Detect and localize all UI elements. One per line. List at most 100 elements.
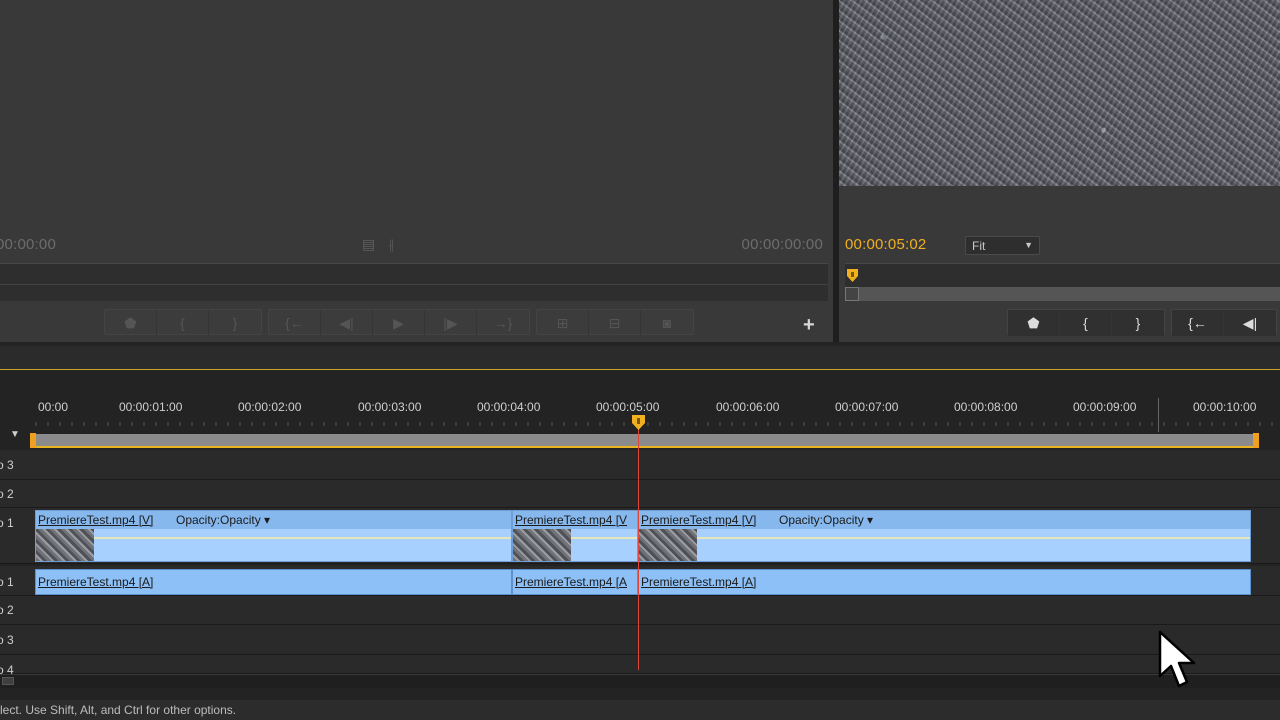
clip-effect-dropdown[interactable]: Opacity:Opacity ▾ (176, 513, 270, 527)
clip-name: PremiereTest.mp4 [V] (38, 513, 154, 527)
track-video-2[interactable]: o 2 (0, 480, 1280, 508)
status-bar: lect. Use Shift, Alt, and Ctrl for other… (0, 700, 1280, 720)
status-text: lect. Use Shift, Alt, and Ctrl for other… (0, 703, 237, 717)
step-forward-button[interactable]: |▶ (425, 310, 477, 336)
program-step-back-button[interactable]: ◀| (1224, 310, 1276, 336)
overwrite-icon: ⊟ (608, 314, 621, 331)
playhead-icon[interactable] (632, 415, 645, 431)
mouse-cursor-icon (1158, 630, 1196, 688)
go-to-in-button[interactable]: {← (269, 310, 321, 336)
opacity-rubber-band[interactable] (639, 537, 1250, 539)
timeline-horizontal-scrollbar[interactable] (0, 674, 1280, 688)
ruler-label: 00:00:05:00 (596, 400, 660, 414)
ruler-label: 00:00:02:00 (238, 400, 302, 414)
clip-name: PremiereTest.mp4 [A] (641, 575, 757, 589)
timeline-time-ruler[interactable]: 00:00 00:00:01:00 00:00:02:00 00:00:03:0… (34, 396, 1280, 436)
ruler-label: 00:00:04:00 (477, 400, 541, 414)
program-scrub-start (845, 287, 859, 301)
work-area-start-handle[interactable] (30, 433, 36, 448)
step-back-icon: ◀| (339, 314, 354, 331)
mark-out-icon: } (232, 315, 238, 331)
mark-in-icon: { (1083, 315, 1088, 331)
play-button[interactable]: ▶ (373, 310, 425, 336)
program-mark-out-button[interactable]: } (1112, 310, 1164, 336)
program-mark-in-button[interactable]: { (1060, 310, 1112, 336)
go-to-out-icon: →} (493, 315, 513, 331)
go-to-out-button[interactable]: →} (477, 310, 529, 336)
video-clip[interactable]: PremiereTest.mp4 [V] Opacity:Opacity ▾ (35, 510, 512, 562)
opacity-rubber-band[interactable] (36, 537, 511, 539)
clip-effect-dropdown[interactable]: Opacity:Opacity ▾ (779, 513, 873, 527)
ruler-end-marker (1158, 398, 1159, 432)
video-clip[interactable]: PremiereTest.mp4 [V (512, 510, 638, 562)
clip-name: PremiereTest.mp4 [V (515, 513, 628, 527)
source-current-timecode[interactable]: 00:00:00 (0, 236, 56, 253)
track-audio-4[interactable]: o 4 (0, 655, 1280, 677)
audio-clip[interactable]: PremiereTest.mp4 [A] (638, 569, 1251, 595)
program-add-marker-button[interactable]: ⬟ (1008, 310, 1060, 336)
audio-clip[interactable]: PremiereTest.mp4 [A (512, 569, 638, 595)
track-label: o 2 (0, 603, 14, 617)
program-scrub-bar[interactable] (845, 287, 1280, 301)
track-audio-3[interactable]: o 3 (0, 625, 1280, 655)
timeline-header-strip (0, 346, 1280, 370)
program-playhead-icon[interactable] (847, 269, 858, 283)
overwrite-button[interactable]: ⊟ (589, 310, 641, 336)
ruler-label: 00:00:08:00 (954, 400, 1018, 414)
mark-out-button[interactable]: } (209, 310, 261, 336)
work-area-end-handle[interactable] (1253, 433, 1259, 448)
go-to-in-icon: {← (1188, 315, 1207, 331)
ruler-label: 00:00:06:00 (716, 400, 780, 414)
film-icon[interactable]: ▤ (362, 236, 375, 253)
video-clip[interactable]: PremiereTest.mp4 [V] Opacity:Opacity ▾ (638, 510, 1251, 562)
add-marker-button[interactable]: ⬟ (105, 310, 157, 336)
program-go-to-in-button[interactable]: {← (1172, 310, 1224, 336)
program-monitor: 00:00:05:02 Fit ▼ ⬟ { } {← ◀| (839, 0, 1280, 342)
source-edit-group: ⊞ ⊟ ◙ (536, 309, 694, 336)
ruler-label: 00:00:09:00 (1073, 400, 1137, 414)
program-marker-group: ⬟ { } (1007, 309, 1165, 336)
add-button[interactable]: + (803, 314, 815, 337)
track-label: o 3 (0, 633, 14, 647)
source-monitor: 00:00:00 ▤ ⫲ 00:00:00:00 ⬟ { } {← ◀| ▶ |… (0, 0, 833, 342)
track-label: o 2 (0, 487, 14, 501)
clip-thumbnail (513, 529, 571, 561)
source-playback-group: {← ◀| ▶ |▶ →} (268, 309, 530, 336)
export-frame-button[interactable]: ◙ (641, 310, 693, 336)
source-duration-timecode: 00:00:00:00 (741, 236, 823, 253)
program-playback-group: {← ◀| (1171, 309, 1277, 336)
zoom-level-select[interactable]: Fit ▼ (965, 236, 1040, 255)
go-to-in-icon: {← (285, 315, 304, 331)
track-label: o 1 (0, 575, 14, 589)
timeline-marker-icon[interactable]: ▼ (10, 429, 20, 440)
step-back-button[interactable]: ◀| (321, 310, 373, 336)
source-time-ruler[interactable] (0, 263, 828, 301)
insert-icon: ⊞ (556, 314, 569, 331)
track-audio-2[interactable]: o 2 (0, 596, 1280, 625)
audio-clip[interactable]: PremiereTest.mp4 [A] (35, 569, 512, 595)
scrollbar-thumb[interactable] (2, 677, 14, 685)
track-video-3[interactable]: o 3 (0, 450, 1280, 480)
work-area-bar[interactable] (34, 434, 1256, 448)
step-forward-icon: |▶ (443, 314, 458, 331)
ruler-label: 00:00:03:00 (358, 400, 422, 414)
mark-out-icon: } (1135, 315, 1141, 331)
ruler-minor-ticks (35, 422, 1273, 426)
zoom-level-value: Fit (972, 239, 986, 253)
source-marker-group: ⬟ { } (104, 309, 262, 336)
program-timecode[interactable]: 00:00:05:02 (845, 236, 926, 253)
source-mid-icons: ▤ ⫲ (362, 236, 394, 253)
mark-in-button[interactable]: { (157, 310, 209, 336)
program-transport-controls: ⬟ { } {← ◀| (1007, 309, 1280, 336)
track-label: o 1 (0, 516, 14, 530)
ruler-label: 00:00:07:00 (835, 400, 899, 414)
track-label: o 3 (0, 458, 14, 472)
ruler-label: 00:00:10:00 (1193, 400, 1257, 414)
source-ruler-divider (0, 284, 828, 285)
clip-name: PremiereTest.mp4 [A (515, 575, 628, 589)
insert-button[interactable]: ⊞ (537, 310, 589, 336)
waveform-icon[interactable]: ⫲ (389, 236, 394, 253)
play-icon: ▶ (393, 314, 404, 331)
ruler-label: 00:00:01:00 (119, 400, 183, 414)
marker-icon: ⬟ (124, 314, 137, 331)
